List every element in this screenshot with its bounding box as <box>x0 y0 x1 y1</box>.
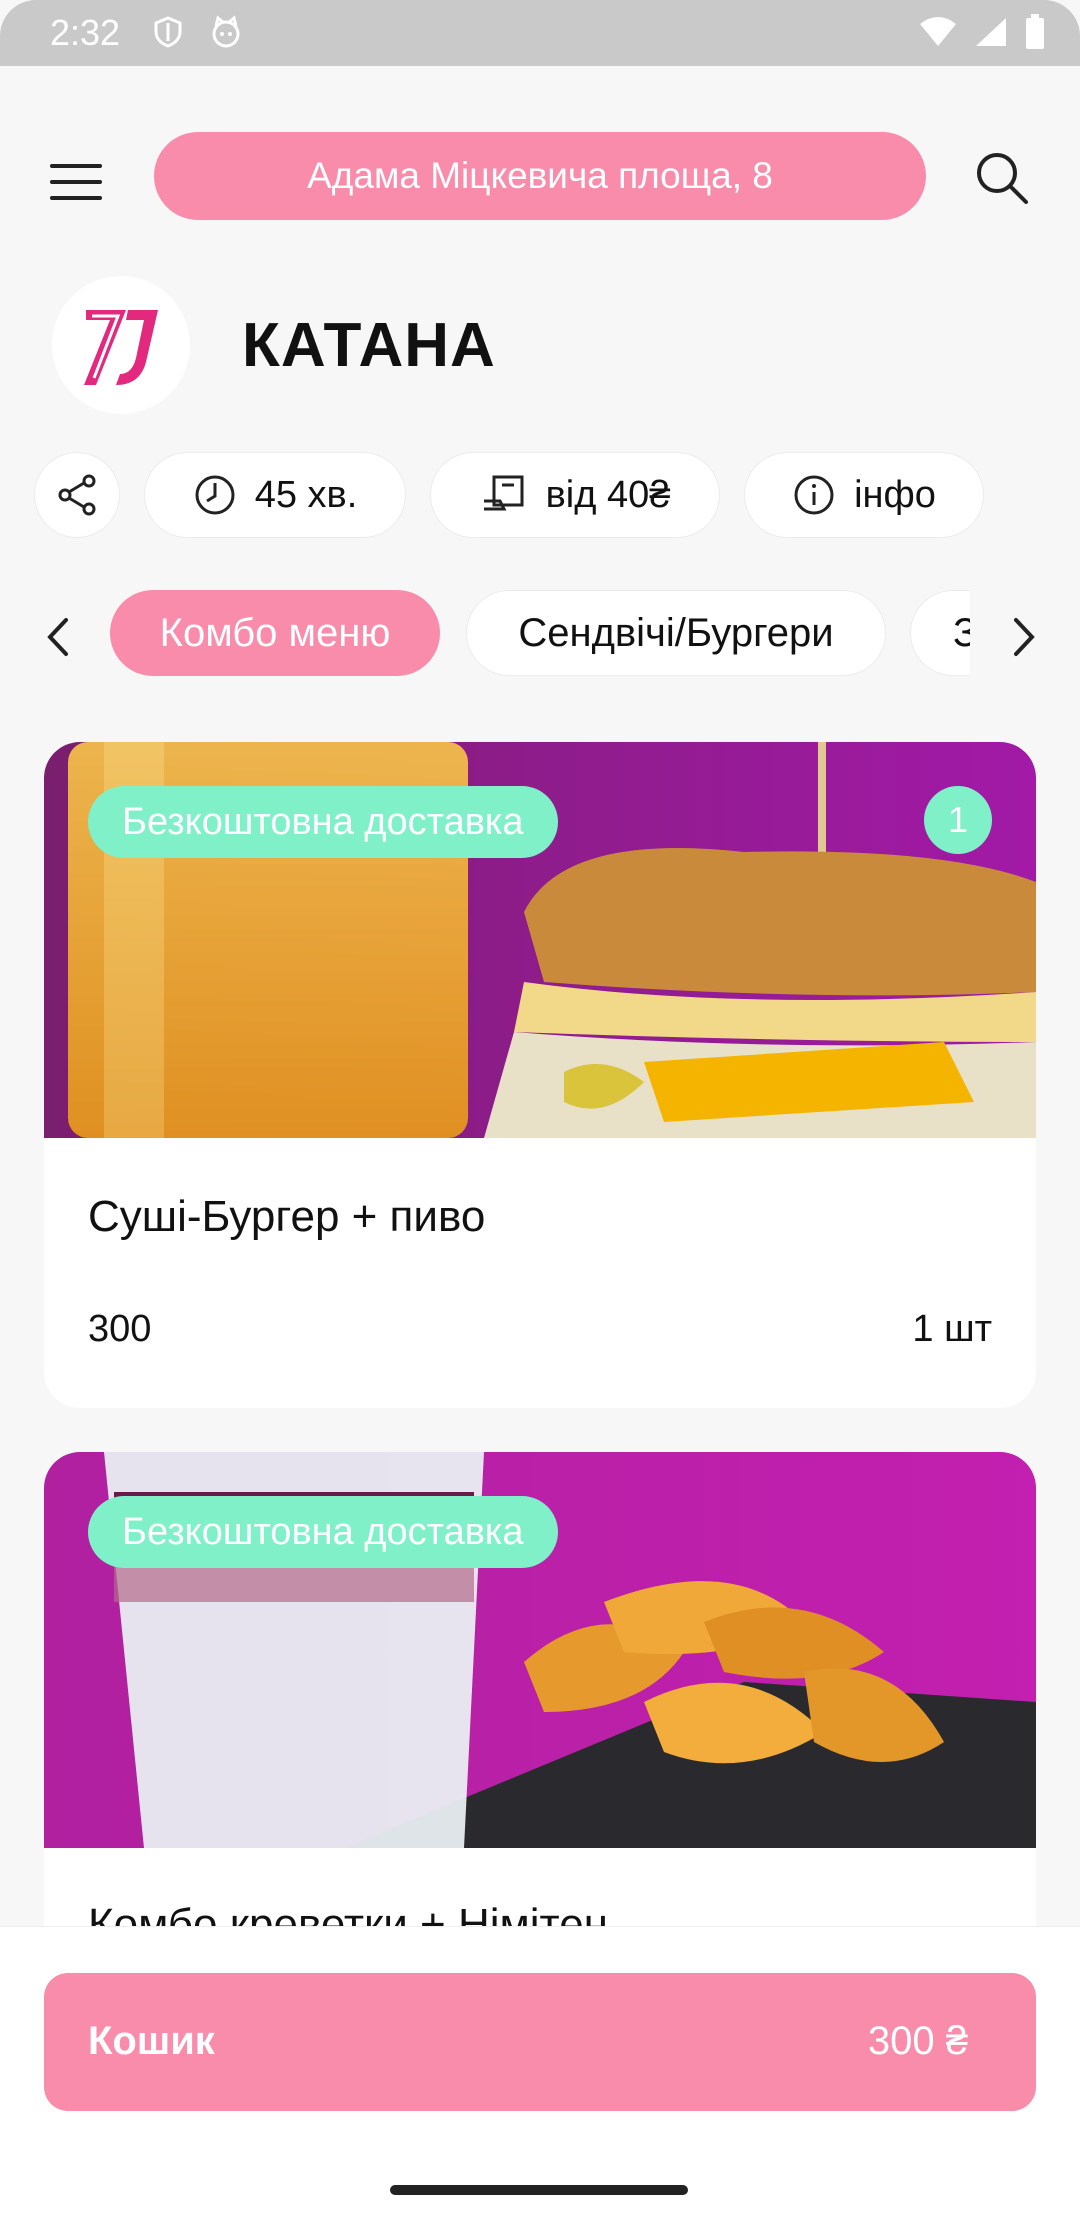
hamburger-menu-button[interactable] <box>48 154 104 210</box>
cat-face-icon <box>208 14 244 55</box>
wifi-icon <box>918 16 958 53</box>
battery-icon <box>1024 14 1046 55</box>
product-title: Суші-Бургер + пиво <box>88 1192 486 1241</box>
chevron-right-icon <box>1014 618 1035 656</box>
address-label: Адама Міцкевича площа, 8 <box>307 155 773 196</box>
share-icon <box>58 474 96 516</box>
cart-total: 300 ₴ <box>867 2019 968 2063</box>
min-order-label: від 40₴ <box>545 473 671 516</box>
delivery-time-label: 45 хв. <box>254 473 358 516</box>
store-name: КАТАНА <box>242 311 496 380</box>
info-chip[interactable]: інфо <box>744 452 984 538</box>
address-selector[interactable]: Адама Міцкевича площа, 8 <box>154 132 926 220</box>
tab-sandwiches-burgers[interactable]: Сендвічі/Бургери <box>466 590 886 676</box>
bottom-cart-panel: Кошик 300 ₴ <box>0 1926 1080 2220</box>
status-bar: 2:32 <box>0 0 1080 66</box>
product-unit: 1 шт <box>912 1308 992 1350</box>
share-button[interactable] <box>34 452 120 538</box>
clock-icon <box>195 475 235 515</box>
category-prev-button[interactable] <box>38 612 78 662</box>
cart-label: Кошик <box>88 2019 215 2063</box>
cart-quantity-value: 1 <box>947 799 969 840</box>
status-time: 2:32 <box>50 12 121 53</box>
product-image: Безкоштовна доставка <box>44 1452 1036 1848</box>
product-card[interactable]: Безкоштовна доставка 1 Суші-Бургер + пив… <box>44 742 1036 1408</box>
chevron-left-icon <box>47 618 68 656</box>
badge-label: Безкоштовна доставка <box>122 800 524 843</box>
app-header: Адама Міцкевича площа, 8 <box>0 66 1080 286</box>
search-button[interactable] <box>972 148 1032 208</box>
tab-combo-menu[interactable]: Комбо меню <box>110 590 440 676</box>
badge-label: Безкоштовна доставка <box>122 1510 524 1553</box>
home-indicator[interactable] <box>390 2185 688 2195</box>
shield-icon <box>150 14 186 55</box>
tab-label: Сендвічі/Бургери <box>518 610 834 655</box>
category-next-button[interactable] <box>1004 612 1044 662</box>
category-tabs: Комбо меню Сендвічі/Бургери З <box>108 586 970 682</box>
tab-next-category[interactable]: З <box>910 590 970 676</box>
tab-label: Комбо меню <box>159 610 391 655</box>
free-delivery-badge: Безкоштовна доставка <box>88 1496 558 1568</box>
search-icon <box>977 153 1028 204</box>
signal-icon <box>974 16 1008 53</box>
product-image: Безкоштовна доставка 1 <box>44 742 1036 1138</box>
min-order-chip[interactable]: від 40₴ <box>430 452 720 538</box>
delivery-time-chip[interactable]: 45 хв. <box>144 452 406 538</box>
info-label: інфо <box>854 473 936 516</box>
delivery-box-icon <box>483 475 524 511</box>
katana-logo-icon <box>84 310 158 385</box>
tab-label: З <box>953 610 970 655</box>
product-card[interactable]: Безкоштовна доставка Комбо креветки + Ні… <box>44 1452 1036 1972</box>
cart-quantity-badge: 1 <box>924 786 992 854</box>
cart-button[interactable]: Кошик 300 ₴ <box>44 1973 1036 2111</box>
info-icon <box>794 475 834 515</box>
hamburger-icon <box>50 164 102 200</box>
free-delivery-badge: Безкоштовна доставка <box>88 786 558 858</box>
store-logo <box>52 276 190 414</box>
product-price: 300 <box>88 1308 152 1350</box>
